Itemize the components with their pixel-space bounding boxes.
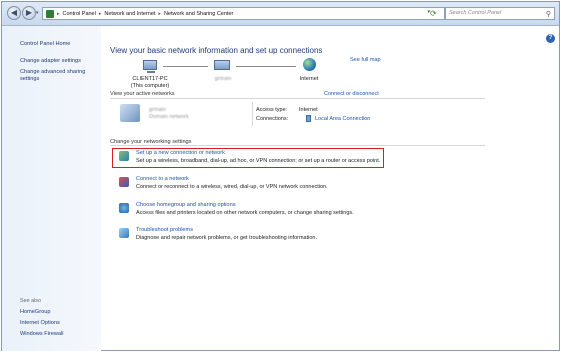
access-type-value: Internet bbox=[299, 107, 318, 113]
chevron-right-icon[interactable]: ▸ bbox=[158, 11, 161, 17]
connections-label: Connections: bbox=[256, 116, 289, 122]
search-icon[interactable]: ⚲ bbox=[546, 9, 551, 20]
see-also-heading: See also bbox=[20, 298, 41, 304]
sidebar-item-homegroup[interactable]: HomeGroup bbox=[20, 309, 98, 316]
breadcrumb-network-sharing-center[interactable]: Network and Sharing Center bbox=[164, 11, 233, 17]
breadcrumb[interactable]: ▸ Control Panel ▸ Network and Internet ▸… bbox=[42, 7, 445, 20]
active-network-type[interactable]: Domain network bbox=[149, 114, 189, 120]
control-panel-icon bbox=[46, 9, 54, 18]
chevron-right-icon[interactable]: ▸ bbox=[57, 11, 60, 17]
globe-icon bbox=[303, 58, 316, 71]
refresh-icon[interactable]: ⟳ bbox=[430, 9, 437, 18]
recent-pages-chevron-icon[interactable]: ▾ bbox=[36, 10, 39, 16]
network-bench-icon[interactable] bbox=[120, 104, 140, 122]
task-title[interactable]: Choose homegroup and sharing options bbox=[136, 202, 236, 208]
computer-sub: (This computer) bbox=[130, 83, 170, 89]
sidebar-item-internet-options[interactable]: Internet Options bbox=[20, 320, 98, 327]
network-icon bbox=[214, 60, 230, 70]
chevron-right-icon[interactable]: ▸ bbox=[99, 11, 102, 17]
task-desc: Connect or reconnect to a wireless, wire… bbox=[136, 184, 328, 190]
task-desc: Set up a wireless, broadband, dial-up, a… bbox=[136, 158, 381, 164]
sidebar-item-change-advanced-sharing[interactable]: Change advanced sharing settings bbox=[20, 69, 98, 83]
connect-or-disconnect-link[interactable]: Connect or disconnect bbox=[324, 91, 379, 97]
active-network-name: grmain bbox=[149, 107, 166, 113]
active-networks-heading: View your active networks bbox=[110, 91, 175, 97]
map-connector-line bbox=[163, 66, 208, 67]
task-title[interactable]: Connect to a network bbox=[136, 176, 189, 182]
map-connector-line bbox=[236, 66, 296, 67]
task-title[interactable]: Troubleshoot problems bbox=[136, 227, 193, 233]
divider bbox=[110, 145, 485, 146]
breadcrumb-network-and-internet[interactable]: Network and Internet bbox=[104, 11, 155, 17]
main-content: ? View your basic network information an… bbox=[101, 26, 559, 351]
computer-icon bbox=[143, 60, 157, 73]
address-bar-row: ◀ ▶ ▾ ▸ Control Panel ▸ Network and Inte… bbox=[2, 2, 559, 26]
search-placeholder: Search Control Panel bbox=[449, 10, 502, 16]
see-full-map-link[interactable]: See full map bbox=[350, 57, 381, 63]
troubleshoot-icon bbox=[119, 228, 129, 238]
sidebar-item-change-adapter-settings[interactable]: Change adapter settings bbox=[20, 58, 98, 65]
homegroup-icon bbox=[119, 203, 129, 213]
search-input[interactable]: Search Control Panel ⚲ bbox=[445, 7, 555, 20]
sidebar-item-control-panel-home[interactable]: Control Panel Home bbox=[20, 41, 98, 48]
sidebar-item-windows-firewall[interactable]: Windows Firewall bbox=[20, 331, 98, 338]
ethernet-icon bbox=[306, 115, 311, 122]
computer-name: CLIENT17-PC bbox=[132, 76, 168, 82]
new-connection-icon bbox=[119, 151, 129, 161]
task-desc: Diagnose and repair network problems, or… bbox=[136, 235, 317, 241]
window: ◀ ▶ ▾ ▸ Control Panel ▸ Network and Inte… bbox=[1, 1, 560, 351]
connect-network-icon bbox=[119, 177, 129, 187]
sidebar: Control Panel Home Change adapter settin… bbox=[2, 26, 101, 351]
network-name: grmain bbox=[214, 76, 232, 82]
help-icon[interactable]: ? bbox=[546, 34, 555, 43]
internet-label: Internet bbox=[299, 76, 319, 82]
task-desc: Access files and printers located on oth… bbox=[136, 210, 354, 216]
forward-button[interactable]: ▶ bbox=[22, 6, 36, 20]
vertical-divider bbox=[252, 102, 253, 126]
breadcrumb-control-panel[interactable]: Control Panel bbox=[63, 11, 96, 17]
page-title: View your basic network information and … bbox=[110, 46, 323, 55]
back-button[interactable]: ◀ bbox=[7, 6, 21, 20]
access-type-label: Access type: bbox=[256, 107, 288, 113]
local-area-connection-link[interactable]: Local Area Connection bbox=[315, 116, 370, 122]
divider bbox=[110, 98, 485, 99]
task-title[interactable]: Set up a new connection or network bbox=[136, 150, 225, 156]
